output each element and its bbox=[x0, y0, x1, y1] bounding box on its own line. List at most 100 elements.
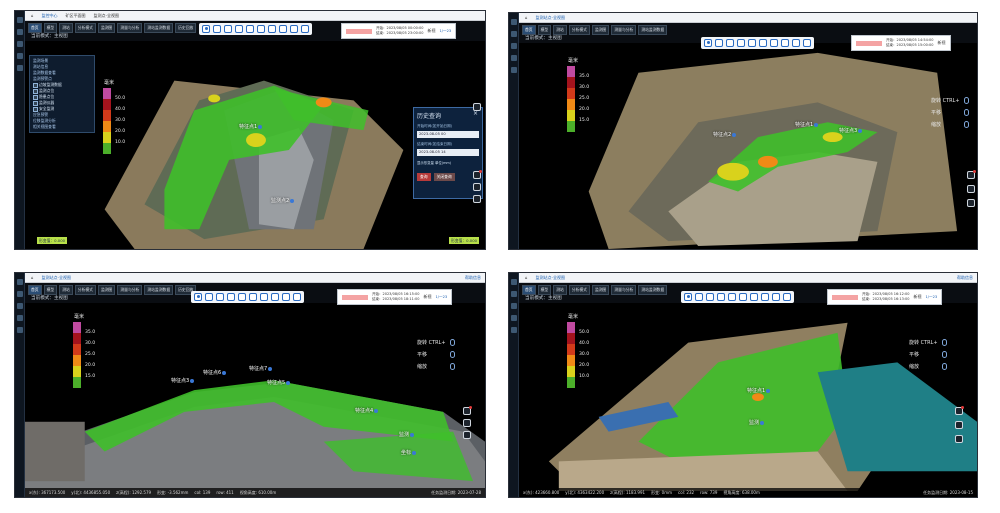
toolbar-data-button[interactable]: 测站监测数据 bbox=[638, 25, 668, 35]
toolbar-history-button[interactable]: 历史回放 bbox=[175, 23, 197, 33]
image-icon[interactable] bbox=[792, 39, 800, 47]
print-icon[interactable] bbox=[463, 431, 471, 439]
toolbar-home-button[interactable]: 首页 bbox=[28, 23, 42, 33]
feature-marker[interactable]: 特征点4 bbox=[355, 407, 379, 414]
erase-icon[interactable] bbox=[770, 39, 778, 47]
feature-marker[interactable]: 特征点3 bbox=[171, 377, 195, 384]
feature-marker[interactable]: 特征点5 bbox=[267, 379, 291, 386]
settings-icon[interactable] bbox=[463, 419, 471, 427]
toolbar-model-button[interactable]: 模型 bbox=[537, 285, 552, 295]
feature-marker[interactable]: 特征点3 bbox=[839, 127, 863, 134]
print-icon[interactable] bbox=[955, 435, 963, 443]
alert-icon[interactable] bbox=[955, 406, 964, 415]
query-button[interactable]: 查询 bbox=[417, 173, 431, 181]
frame-icon[interactable] bbox=[205, 293, 213, 301]
toolbar-analysis-button[interactable]: 分析模式 bbox=[568, 285, 590, 295]
deform-checkbox[interactable]: 显示形变量 单位(mm) bbox=[417, 160, 479, 165]
tab-2[interactable]: 矿区平面图 bbox=[66, 13, 86, 19]
fullscreen-icon[interactable] bbox=[301, 25, 309, 33]
toolbar-home-button[interactable]: 首页 bbox=[28, 285, 42, 295]
erase-icon[interactable] bbox=[750, 293, 758, 301]
home-tab-icon[interactable]: ⌂ bbox=[31, 13, 34, 18]
feature-marker[interactable]: 特征点2 bbox=[713, 131, 737, 138]
home-tab-icon[interactable]: ⌂ bbox=[525, 275, 528, 280]
feature-marker[interactable]: 特征点6 bbox=[203, 369, 227, 376]
measure-icon[interactable] bbox=[216, 293, 224, 301]
settings-icon[interactable] bbox=[955, 421, 963, 429]
grid-icon[interactable] bbox=[279, 25, 287, 33]
toolbar-analysis-button[interactable]: 分析模式 bbox=[74, 285, 96, 295]
frame-icon[interactable] bbox=[695, 293, 703, 301]
measure-icon[interactable] bbox=[224, 25, 232, 33]
help-link[interactable]: 帮助信息 bbox=[465, 275, 481, 281]
image-icon[interactable] bbox=[290, 25, 298, 33]
grid-icon[interactable] bbox=[271, 293, 279, 301]
image-icon[interactable] bbox=[282, 293, 290, 301]
info-icon[interactable] bbox=[473, 103, 481, 111]
image-icon[interactable] bbox=[772, 293, 780, 301]
alert-icon[interactable] bbox=[967, 170, 976, 179]
grid-icon[interactable] bbox=[761, 293, 769, 301]
monitor-marker[interactable]: 监测 bbox=[399, 431, 415, 438]
select-icon[interactable] bbox=[728, 293, 736, 301]
location-pin-icon[interactable] bbox=[202, 25, 210, 33]
settings-icon[interactable] bbox=[967, 185, 975, 193]
page-nav[interactable]: 1/一23 bbox=[436, 295, 448, 300]
menu-item[interactable]: 相关视图查看 bbox=[33, 124, 91, 130]
frame-icon[interactable] bbox=[715, 39, 723, 47]
start-date-input[interactable]: 2023-08-05 00 bbox=[417, 131, 479, 138]
location-pin-icon[interactable] bbox=[684, 293, 692, 301]
help-link[interactable]: 帮助信息 bbox=[957, 275, 973, 281]
toolbar-map-button[interactable]: 监测图 bbox=[591, 25, 610, 35]
measure-icon[interactable] bbox=[706, 293, 714, 301]
toolbar-measure-button[interactable]: 测量与分析 bbox=[611, 25, 637, 35]
monitor-marker[interactable]: 监测 bbox=[749, 419, 765, 426]
feature-marker[interactable]: 特征点1 bbox=[795, 121, 819, 128]
toolbar-station-button[interactable]: 测站 bbox=[553, 25, 567, 35]
toolbar-data-button[interactable]: 测站监测数据 bbox=[638, 285, 668, 295]
monitor-marker[interactable]: 监测点2 bbox=[271, 197, 295, 204]
layers-icon[interactable] bbox=[717, 293, 725, 301]
layers-icon[interactable] bbox=[737, 39, 745, 47]
coordinate-marker[interactable]: 坐标 bbox=[401, 449, 417, 456]
toolbar-model-button[interactable]: 模型 bbox=[537, 25, 552, 35]
page-nav[interactable]: 1/一23 bbox=[926, 295, 938, 300]
close-icon[interactable]: × bbox=[473, 110, 478, 117]
tab-1[interactable]: 监测站点-全视图 bbox=[42, 275, 71, 281]
alert-icon[interactable] bbox=[473, 170, 482, 179]
pen-icon[interactable] bbox=[759, 39, 767, 47]
home-tab-icon[interactable]: ⌂ bbox=[525, 15, 528, 20]
feature-marker[interactable]: 特征点7 bbox=[249, 365, 273, 372]
toolbar-data-button[interactable]: 测站监测数据 bbox=[144, 23, 174, 33]
toolbar-data-button[interactable]: 测站监测数据 bbox=[144, 285, 174, 295]
fullscreen-icon[interactable] bbox=[803, 39, 811, 47]
home-tab-icon[interactable]: ⌂ bbox=[31, 275, 34, 280]
pen-icon[interactable] bbox=[249, 293, 257, 301]
toolbar-home-button[interactable]: 首页 bbox=[522, 285, 536, 295]
toolbar-measure-button[interactable]: 测量与分析 bbox=[117, 23, 143, 33]
toolbar-station-button[interactable]: 测站 bbox=[553, 285, 567, 295]
toolbar-model-button[interactable]: 模型 bbox=[43, 23, 58, 33]
select-icon[interactable] bbox=[748, 39, 756, 47]
menu-checkbox-item[interactable]: 安全监测 bbox=[33, 106, 91, 112]
select-icon[interactable] bbox=[238, 293, 246, 301]
fullscreen-icon[interactable] bbox=[783, 293, 791, 301]
tab-3[interactable]: 监测点-全视图 bbox=[94, 13, 119, 19]
print-icon[interactable] bbox=[473, 195, 481, 203]
toolbar-station-button[interactable]: 测站 bbox=[59, 23, 73, 33]
feature-marker[interactable]: 特征点1 bbox=[239, 123, 263, 130]
layers-icon[interactable] bbox=[235, 25, 243, 33]
tab-1[interactable]: 监控中心 bbox=[42, 13, 58, 19]
settings-icon[interactable] bbox=[473, 183, 481, 191]
fullscreen-icon[interactable] bbox=[293, 293, 301, 301]
erase-icon[interactable] bbox=[268, 25, 276, 33]
toolbar-map-button[interactable]: 监测图 bbox=[591, 285, 610, 295]
tab-1[interactable]: 监测站点-全视图 bbox=[536, 15, 565, 21]
alert-icon[interactable] bbox=[463, 406, 472, 415]
pen-icon[interactable] bbox=[739, 293, 747, 301]
toolbar-home-button[interactable]: 首页 bbox=[522, 25, 536, 35]
grid-icon[interactable] bbox=[781, 39, 789, 47]
layers-icon[interactable] bbox=[227, 293, 235, 301]
toolbar-analysis-button[interactable]: 分析模式 bbox=[568, 25, 590, 35]
frame-icon[interactable] bbox=[213, 25, 221, 33]
